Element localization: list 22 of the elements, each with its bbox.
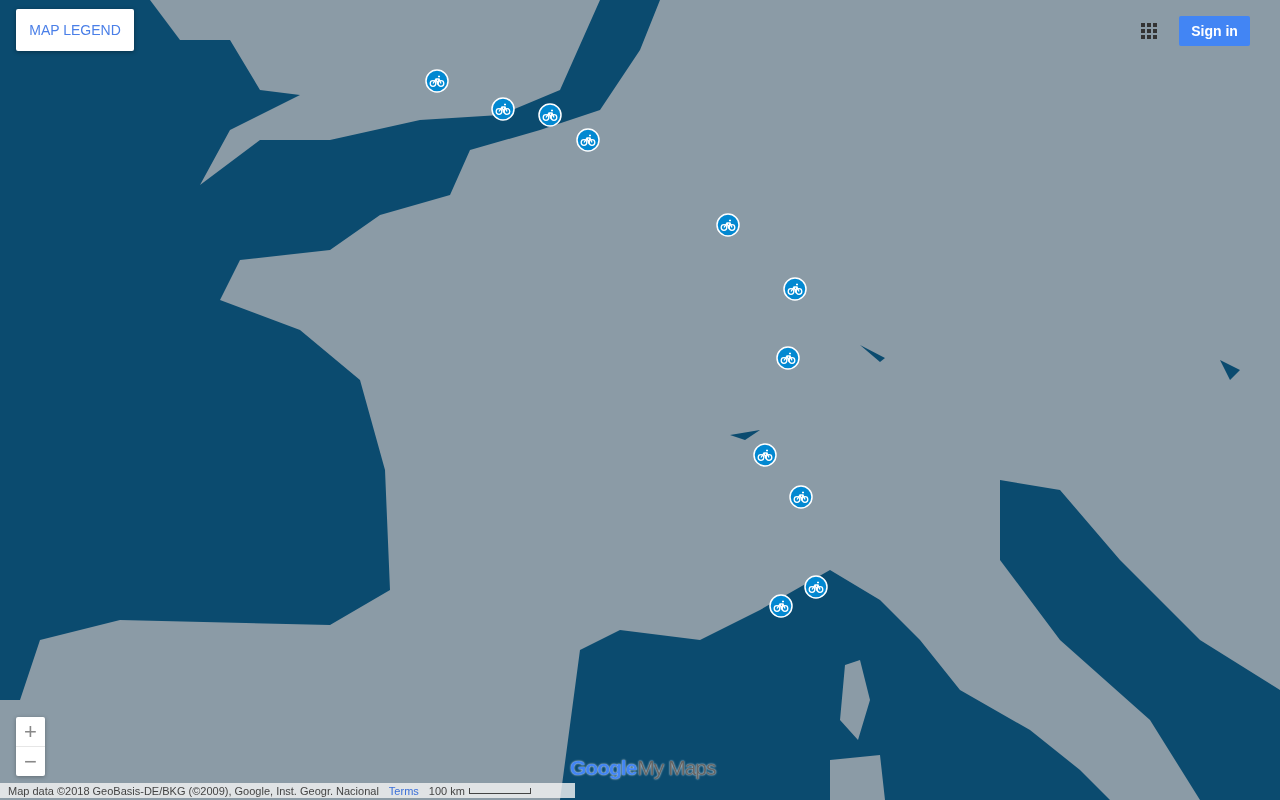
map-legend-button[interactable]: MAP LEGEND <box>16 9 134 51</box>
zoom-in-button[interactable]: + <box>16 717 45 746</box>
sign-in-button[interactable]: Sign in <box>1179 16 1250 46</box>
bicycle-marker-icon[interactable] <box>789 485 813 509</box>
bicycle-marker-icon[interactable] <box>491 97 515 121</box>
bicycle-marker-icon[interactable] <box>804 575 828 599</box>
terms-link[interactable]: Terms <box>388 784 419 797</box>
apps-grid-icon[interactable] <box>1141 23 1157 39</box>
zoom-out-button[interactable]: − <box>16 746 45 776</box>
scale-bar <box>468 787 531 794</box>
bicycle-marker-icon[interactable] <box>783 277 807 301</box>
bicycle-marker-icon[interactable] <box>425 69 449 93</box>
bicycle-marker-icon[interactable] <box>753 443 777 467</box>
scale-label: 100 km <box>428 784 465 797</box>
bicycle-marker-icon[interactable] <box>576 128 600 152</box>
attribution-text: Map data ©2018 GeoBasis-DE/BKG (©2009), Google, Inst. Geogr. Nacional <box>8 784 379 797</box>
bicycle-marker-icon[interactable] <box>716 213 740 237</box>
bicycle-marker-icon[interactable] <box>769 594 793 618</box>
bicycle-marker-icon[interactable] <box>776 346 800 370</box>
bicycle-marker-icon[interactable] <box>538 103 562 127</box>
logo-text: My Maps <box>637 756 716 780</box>
logo-text: Google <box>570 756 637 780</box>
